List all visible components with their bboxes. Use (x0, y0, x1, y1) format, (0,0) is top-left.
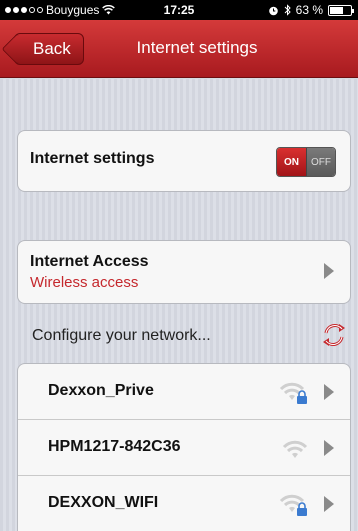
battery-icon (328, 4, 354, 16)
chevron-right-icon (324, 384, 334, 400)
network-name: DEXXON_WIFI (48, 494, 159, 511)
alarm-icon (268, 6, 278, 15)
network-row[interactable]: HPM1217-842C36 (18, 420, 350, 476)
networks-section-header: Configure your network... (32, 327, 211, 344)
chevron-right-icon (324, 263, 334, 279)
internet-access-label: Internet Access (30, 253, 149, 270)
chevron-right-icon (324, 440, 334, 456)
network-row[interactable]: Dexxon_Prive (18, 364, 350, 420)
wifi-locked-icon (280, 382, 307, 404)
internet-settings-toggle[interactable]: ON OFF (276, 147, 336, 177)
content-area: Internet settings ON OFF Internet Access… (0, 79, 358, 531)
status-right: 63 % (268, 3, 354, 17)
internet-settings-card: Internet settings ON OFF (17, 130, 351, 192)
refresh-icon[interactable] (318, 319, 350, 351)
navigation-bar: Back Internet settings (0, 20, 358, 78)
network-row[interactable]: DEXXON_WIFI (18, 476, 350, 531)
network-name: HPM1217-842C36 (48, 438, 181, 455)
page-title: Internet settings (136, 38, 258, 57)
battery-percent: 63 % (295, 3, 323, 17)
internet-access-row[interactable]: Internet Access Wireless access (17, 240, 351, 304)
chevron-right-icon (324, 496, 334, 512)
wifi-icon (282, 440, 308, 458)
internet-settings-label: Internet settings (30, 150, 155, 167)
bluetooth-icon (284, 4, 291, 16)
status-bar: Bouygues 17:25 63 % (0, 0, 358, 20)
toggle-on-label: ON (277, 148, 306, 176)
network-name: Dexxon_Prive (48, 382, 154, 399)
internet-access-sublabel: Wireless access (30, 274, 139, 291)
network-list: Dexxon_Prive HPM1217-842C36 DEXXON_WIFI (17, 363, 351, 531)
wifi-locked-icon (280, 494, 307, 516)
toggle-off-label: OFF (305, 148, 335, 176)
